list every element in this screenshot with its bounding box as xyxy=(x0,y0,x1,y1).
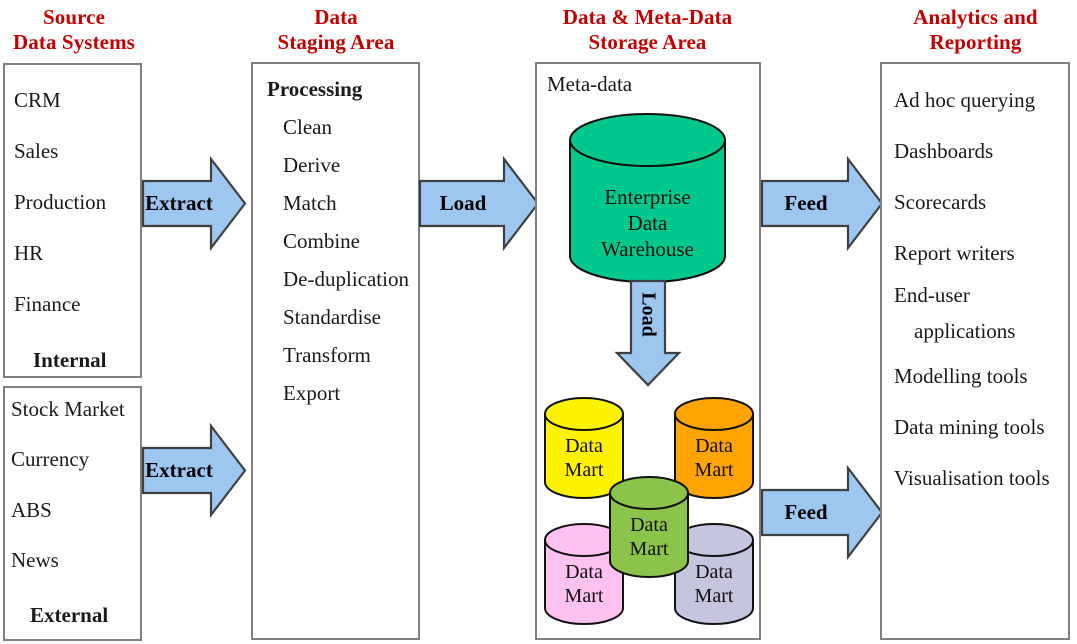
analytics-item-1: Dashboards xyxy=(894,139,994,163)
column-title-analytics-line2: Reporting xyxy=(929,30,1022,54)
arrow-load-vertical-label: Load xyxy=(637,292,660,337)
source-internal-item-3: HR xyxy=(14,241,44,265)
source-internal-item-0: CRM xyxy=(14,88,61,112)
source-external-item-1: Currency xyxy=(11,447,90,471)
arrow-extract-bottom: Extract xyxy=(141,422,247,519)
panel-storage: Meta-data Enterprise Data Warehouse Load xyxy=(535,62,761,640)
analytics-item-2: Scorecards xyxy=(894,190,987,214)
staging-step-1: Derive xyxy=(283,153,341,177)
column-title-source-line1: Source xyxy=(42,5,106,29)
analytics-item-7: Data mining tools xyxy=(894,415,1045,439)
staging-step-2: Match xyxy=(283,191,337,215)
diagram-canvas: Source Data Systems Data Staging Area Da… xyxy=(0,0,1077,644)
source-internal-item-4: Finance xyxy=(14,292,81,316)
column-title-staging-line1: Data xyxy=(314,5,358,29)
panel-source-external: Stock Market Currency ABS News External xyxy=(3,386,142,641)
analytics-item-5: applications xyxy=(914,319,1016,343)
source-external-item-3: News xyxy=(11,548,59,572)
column-title-analytics-line1: Analytics and xyxy=(913,5,1038,29)
column-title-staging-line2: Staging Area xyxy=(277,30,395,54)
column-title-analytics: Analytics and Reporting xyxy=(878,5,1073,55)
source-internal-item-1: Sales xyxy=(14,139,59,163)
analytics-item-4: End-user xyxy=(894,283,970,307)
analytics-item-8: Visualisation tools xyxy=(894,466,1050,490)
column-title-staging: Data Staging Area xyxy=(247,5,425,55)
source-external-item-0: Stock Market xyxy=(11,397,125,421)
source-internal-footer: Internal xyxy=(33,348,107,372)
analytics-item-3: Report writers xyxy=(894,241,1015,265)
panel-staging: Processing Clean Derive Match Combine De… xyxy=(251,62,420,640)
column-title-source: Source Data Systems xyxy=(0,5,148,55)
arrow-load-horizontal: Load xyxy=(418,155,540,252)
panel-source-internal: CRM Sales Production HR Finance Internal xyxy=(3,63,142,378)
arrow-load-horizontal-label: Load xyxy=(439,191,487,215)
arrow-feed-bottom: Feed xyxy=(760,464,884,561)
arrow-extract-top: Extract xyxy=(141,155,247,252)
staging-step-3: Combine xyxy=(283,229,360,253)
storage-metadata-label: Meta-data xyxy=(547,72,633,96)
mart-green: Data Mart xyxy=(608,475,690,579)
analytics-item-0: Ad hoc querying xyxy=(894,88,1036,112)
cylinder-enterprise-data-warehouse: Enterprise Data Warehouse xyxy=(568,112,727,284)
arrow-feed-top: Feed xyxy=(760,155,884,252)
arrow-extract-bottom-label: Extract xyxy=(145,458,213,482)
arrow-load-vertical: Load xyxy=(614,279,682,387)
source-external-item-2: ABS xyxy=(11,498,52,522)
column-title-storage-line1: Data & Meta-Data xyxy=(562,5,733,29)
source-external-footer: External xyxy=(30,603,109,627)
arrow-feed-top-label: Feed xyxy=(784,191,828,215)
source-internal-item-2: Production xyxy=(14,190,107,214)
staging-step-6: Transform xyxy=(283,343,371,367)
panel-analytics: Ad hoc querying Dashboards Scorecards Re… xyxy=(880,62,1070,640)
column-title-storage: Data & Meta-Data Storage Area xyxy=(520,5,775,55)
staging-step-7: Export xyxy=(283,381,341,405)
arrow-feed-bottom-label: Feed xyxy=(784,500,828,524)
analytics-item-6: Modelling tools xyxy=(894,364,1028,388)
staging-step-5: Standardise xyxy=(283,305,381,329)
arrow-extract-top-label: Extract xyxy=(145,191,213,215)
staging-step-0: Clean xyxy=(283,115,332,139)
staging-step-4: De-duplication xyxy=(283,267,409,291)
staging-heading: Processing xyxy=(267,77,363,101)
column-title-source-line2: Data Systems xyxy=(13,30,135,54)
column-title-storage-line2: Storage Area xyxy=(588,30,707,54)
